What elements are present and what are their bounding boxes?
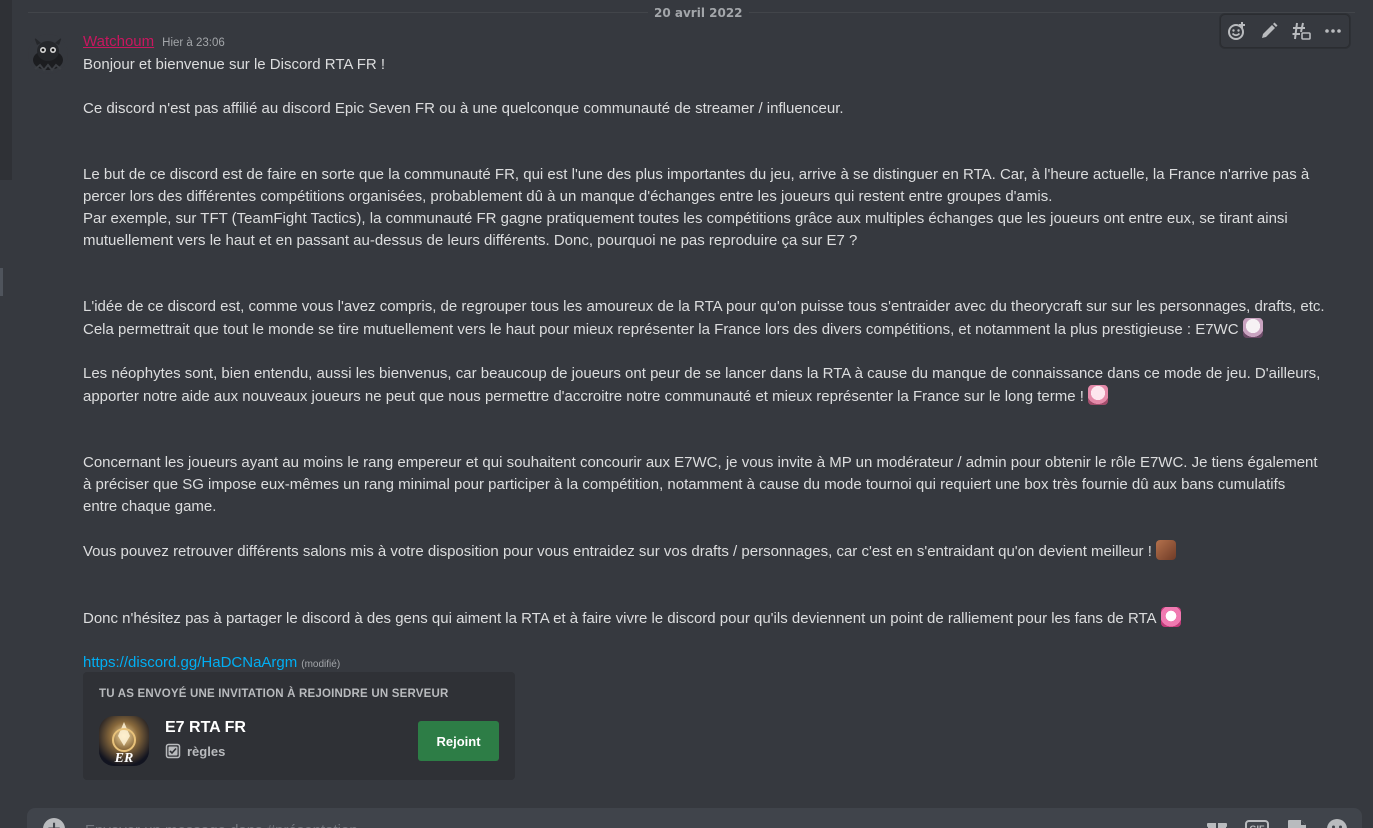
message-header: Watchoum Hier à 23:06 — [83, 33, 225, 50]
message-line: L'idée de ce discord est, comme vous l'a… — [83, 296, 1325, 318]
message-line: à préciser que SG impose eux-mêmes un ra… — [83, 474, 1323, 496]
message-line: Bonjour et bienvenue sur le Discord RTA … — [83, 54, 1323, 76]
custom-emoji-icon[interactable] — [1242, 318, 1263, 338]
join-button[interactable]: Rejoint — [418, 721, 499, 761]
message-line: Ce discord n'est pas affilié au discord … — [83, 98, 1323, 120]
message-line-text: Ce discord n'est pas affilié au discord … — [83, 100, 844, 117]
message-line-text: entre chaque game. — [83, 498, 217, 515]
message-line: Le but de ce discord est de faire en sor… — [83, 164, 1323, 186]
message-line-text: apporter notre aide aux nouveaux joueurs… — [83, 388, 1084, 405]
message-line-text: L'idée de ce discord est, comme vous l'a… — [83, 298, 1325, 315]
left-panel-edge — [0, 0, 12, 180]
message-line-text: percer lors des différentes compétitions… — [83, 188, 1053, 205]
invite-header: TU AS ENVOYÉ UNE INVITATION À REJOINDRE … — [99, 688, 449, 700]
message-line-text: à préciser que SG impose eux-mêmes un ra… — [83, 476, 1286, 493]
rules-channel-icon — [165, 743, 181, 759]
message-line-text: Concernant les joueurs ayant au moins le… — [83, 454, 1318, 471]
avatar[interactable] — [28, 34, 68, 74]
guild-name: E7 RTA FR — [165, 719, 246, 736]
username[interactable]: Watchoum — [83, 33, 154, 50]
custom-emoji-icon[interactable] — [1155, 540, 1176, 560]
sticker-button[interactable] — [1284, 816, 1310, 828]
guild-icon-text: ER — [114, 751, 134, 766]
message-content: Bonjour et bienvenue sur le Discord RTA … — [83, 54, 1325, 676]
more-button[interactable] — [1321, 19, 1345, 43]
date-divider: 20 avril 2022 — [648, 5, 749, 21]
server-invite-embed: TU AS ENVOYÉ UNE INVITATION À REJOINDRE … — [83, 672, 515, 780]
emoji-button[interactable] — [1324, 816, 1350, 828]
timestamp: Hier à 23:06 — [162, 37, 225, 49]
gif-button[interactable]: GIF — [1244, 816, 1270, 828]
message-line: entre chaque game. — [83, 496, 1323, 518]
message-composer: + GIF — [27, 808, 1362, 828]
plus-icon: + — [46, 818, 61, 828]
composer-actions: GIF — [1204, 816, 1350, 828]
more-icon — [1325, 29, 1341, 33]
add-reaction-icon — [1228, 22, 1245, 40]
scroll-indicator — [0, 268, 3, 296]
add-reaction-button[interactable] — [1225, 19, 1249, 43]
message-line: apporter notre aide aux nouveaux joueurs… — [83, 385, 1323, 408]
custom-emoji-icon[interactable] — [1087, 385, 1108, 405]
upload-button[interactable]: + — [43, 818, 65, 828]
gift-button[interactable] — [1204, 816, 1230, 828]
thread-icon — [1292, 22, 1311, 40]
message-line-text: Les néophytes sont, bien entendu, aussi … — [83, 365, 1321, 382]
message-line-text: Donc n'hésitez pas à partager le discord… — [83, 610, 1157, 627]
edit-icon — [1262, 22, 1278, 38]
message-toolbar — [1220, 14, 1350, 48]
gift-icon — [1207, 823, 1227, 828]
guild-icon: ER — [99, 716, 149, 766]
message-line: percer lors des différentes compétitions… — [83, 186, 1323, 208]
message-line-text: Par exemple, sur TFT (TeamFight Tactics)… — [83, 210, 1288, 227]
message-line: mutuellement vers le haut et en passant … — [83, 230, 1323, 252]
message-input[interactable] — [83, 816, 1147, 828]
gif-icon: GIF — [1245, 820, 1269, 828]
message-line: Les néophytes sont, bien entendu, aussi … — [83, 363, 1323, 385]
message-line-text: Cela permettrait que tout le monde se ti… — [83, 321, 1239, 338]
invite-channel: règles — [165, 743, 225, 759]
sticker-icon — [1288, 820, 1306, 828]
chat-view: 20 avril 2022 Watchoum Hier à 23:06 Bonj… — [0, 0, 1373, 828]
avatar-image — [28, 34, 68, 74]
invite-channel-name: règles — [187, 743, 226, 759]
custom-emoji-icon[interactable] — [1160, 607, 1181, 627]
message-line-text: mutuellement vers le haut et en passant … — [83, 232, 858, 249]
guild-icon-image: ER — [99, 716, 149, 766]
create-thread-button[interactable] — [1289, 19, 1313, 43]
message-line: Cela permettrait que tout le monde se ti… — [83, 318, 1323, 341]
message-line: Concernant les joueurs ayant au moins le… — [83, 452, 1323, 474]
message-line: Donc n'hésitez pas à partager le discord… — [83, 607, 1323, 630]
message-line: Vous pouvez retrouver différents salons … — [83, 540, 1323, 563]
message-line-text: Le but de ce discord est de faire en sor… — [83, 166, 1310, 183]
edit-button[interactable] — [1257, 19, 1281, 43]
message-line: Par exemple, sur TFT (TeamFight Tactics)… — [83, 208, 1323, 230]
message-line-text: Bonjour et bienvenue sur le Discord RTA … — [83, 56, 386, 73]
message-line-text: Vous pouvez retrouver différents salons … — [83, 543, 1152, 560]
invite-link[interactable]: https://discord.gg/HaDCNaArgm — [83, 652, 297, 674]
emoji-icon — [1327, 819, 1347, 828]
